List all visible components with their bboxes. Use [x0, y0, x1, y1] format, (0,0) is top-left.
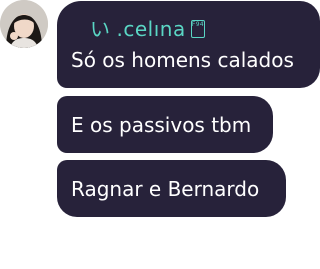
message-text: Só os homens calados	[71, 48, 294, 72]
sender-prefix: い	[90, 17, 111, 41]
avatar[interactable]	[0, 0, 48, 48]
avatar-photo	[0, 0, 48, 48]
sender-badge: F94	[190, 19, 205, 38]
sender-name[interactable]: い .celına F94	[90, 13, 205, 42]
message-bubble[interactable]: Ragnar e Bernardo	[57, 160, 286, 217]
message-bubble[interactable]: い .celına F94 Só os homens calados	[57, 1, 320, 88]
sender-name-text: .celına	[116, 17, 186, 41]
message-text: E os passivos tbm	[71, 113, 252, 137]
message-bubble[interactable]: E os passivos tbm	[57, 96, 273, 153]
message-text: Ragnar e Bernardo	[71, 177, 260, 201]
